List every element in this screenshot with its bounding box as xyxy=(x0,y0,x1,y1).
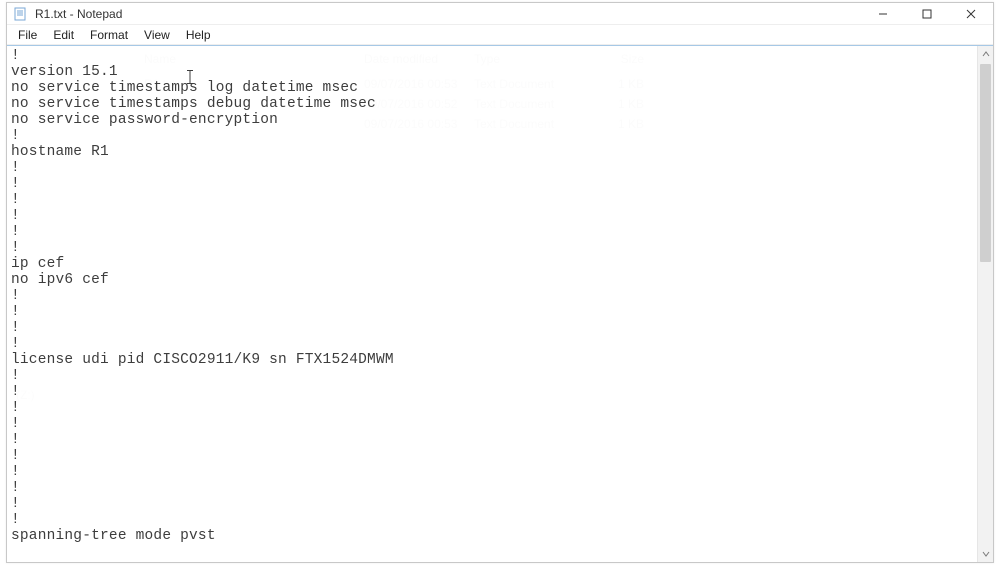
menu-edit[interactable]: Edit xyxy=(46,27,81,43)
notepad-window: R1.txt - Notepad File Edit Format View H… xyxy=(6,2,994,563)
close-button[interactable] xyxy=(949,3,993,25)
menu-help[interactable]: Help xyxy=(179,27,218,43)
window-title: R1.txt - Notepad xyxy=(35,7,861,21)
scroll-up-icon[interactable] xyxy=(978,46,993,62)
scrollbar-thumb[interactable] xyxy=(980,64,991,262)
menu-format[interactable]: Format xyxy=(83,27,135,43)
scroll-down-icon[interactable] xyxy=(978,546,993,562)
notepad-icon xyxy=(13,6,29,22)
text-area-wrap: ! version 15.1 no service timestamps log… xyxy=(7,45,993,562)
maximize-button[interactable] xyxy=(905,3,949,25)
text-area[interactable]: ! version 15.1 no service timestamps log… xyxy=(7,46,977,562)
title-bar[interactable]: R1.txt - Notepad xyxy=(7,3,993,25)
vertical-scrollbar[interactable] xyxy=(977,46,993,562)
menu-bar: File Edit Format View Help xyxy=(7,25,993,45)
minimize-button[interactable] xyxy=(861,3,905,25)
menu-view[interactable]: View xyxy=(137,27,177,43)
menu-file[interactable]: File xyxy=(11,27,44,43)
